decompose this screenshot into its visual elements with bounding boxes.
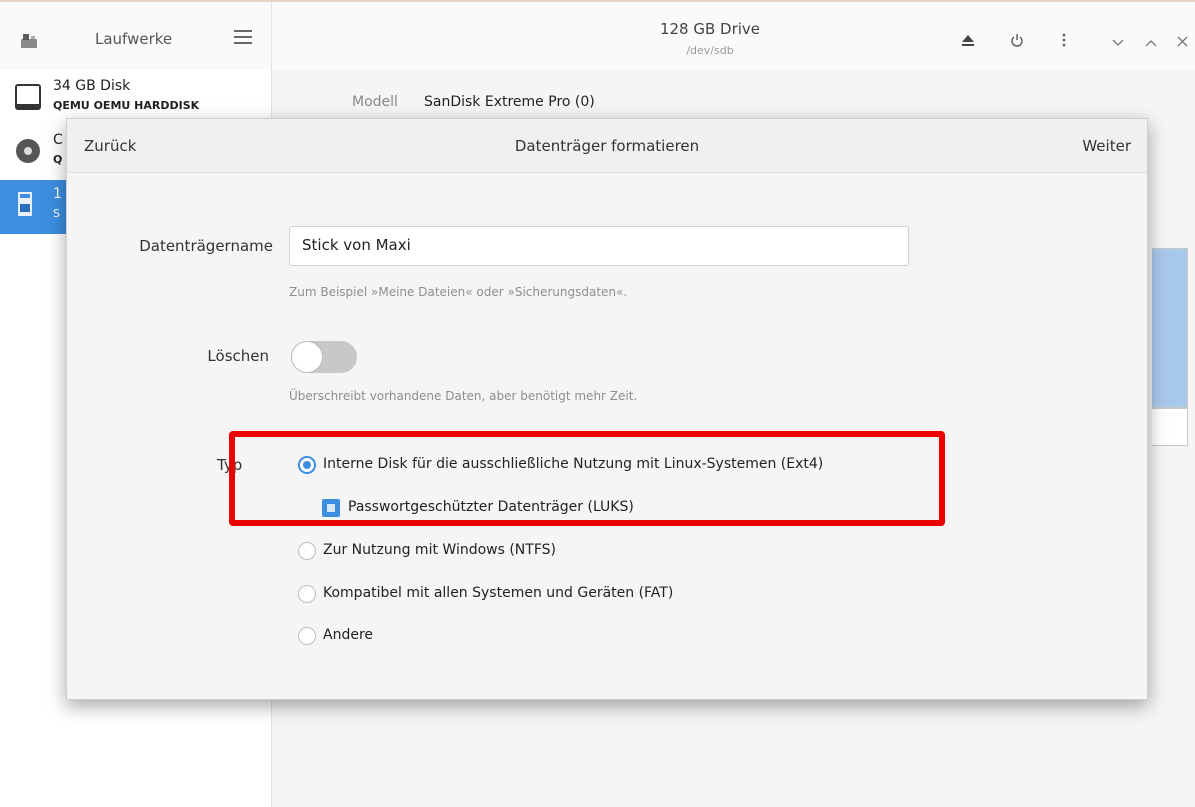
disks-window: Laufwerke 128 GB Drive /dev/sdb 34 GB Di… [0, 0, 1195, 807]
sidebar-item-title: 34 GB Disk [53, 78, 131, 94]
erase-hint: Überschreibt vorhandene Daten, aber benö… [289, 389, 638, 403]
usb-drive-icon [18, 192, 32, 216]
sidebar-item-title: 1 [53, 186, 62, 202]
power-icon[interactable] [1007, 32, 1027, 52]
close-icon[interactable] [1172, 32, 1192, 52]
erase-toggle[interactable] [291, 341, 357, 373]
radio-ntfs[interactable] [298, 542, 316, 560]
option-other-label[interactable]: Andere [323, 627, 373, 643]
highlight-box [229, 431, 945, 526]
back-button[interactable]: Zurück [84, 137, 136, 155]
sidebar-item-subtitle: QEMU OEMU HARDDISK [53, 99, 200, 112]
dialog-header: Zurück Datenträger formatieren Weiter [67, 119, 1147, 173]
sidebar-item-subtitle: Q [53, 153, 63, 166]
sidebar-header: Laufwerke [0, 2, 272, 70]
radio-other[interactable] [298, 627, 316, 645]
sidebar-item-title: C [53, 132, 63, 148]
format-dialog: Zurück Datenträger formatieren Weiter Da… [66, 118, 1148, 700]
partition-bar[interactable] [1152, 248, 1188, 408]
partition-bar-lower [1152, 408, 1188, 446]
drive-title: 128 GB Drive [659, 20, 761, 38]
minimize-icon[interactable] [1108, 32, 1128, 52]
radio-fat[interactable] [298, 585, 316, 603]
header-bar: Laufwerke 128 GB Drive /dev/sdb [0, 2, 1195, 70]
toggle-knob [291, 341, 323, 373]
maximize-icon[interactable] [1141, 32, 1161, 52]
dialog-title: Datenträger formatieren [514, 137, 700, 155]
model-label: Modell [352, 94, 398, 110]
sidebar-item-subtitle: S [53, 207, 60, 220]
volume-name-hint: Zum Beispiel »Meine Dateien« oder »Siche… [289, 285, 628, 299]
model-value: SanDisk Extreme Pro (0) [424, 94, 595, 110]
option-ntfs-label[interactable]: Zur Nutzung mit Windows (NTFS) [323, 542, 556, 558]
harddisk-icon [15, 84, 41, 110]
volume-name-input[interactable]: Stick von Maxi [289, 226, 909, 266]
erase-label: Löschen [207, 347, 269, 365]
eject-icon[interactable] [958, 32, 978, 52]
more-icon[interactable] [1054, 32, 1074, 52]
drive-device-path: /dev/sdb [686, 44, 734, 57]
drive-icon [21, 34, 37, 48]
option-fat-label[interactable]: Kompatibel mit allen Systemen und Geräte… [323, 585, 673, 601]
next-button[interactable]: Weiter [1082, 137, 1131, 155]
optical-disc-icon [16, 139, 40, 163]
app-title: Laufwerke [95, 30, 173, 48]
menu-icon[interactable] [234, 30, 252, 46]
volume-name-label: Datenträgername [139, 237, 273, 255]
